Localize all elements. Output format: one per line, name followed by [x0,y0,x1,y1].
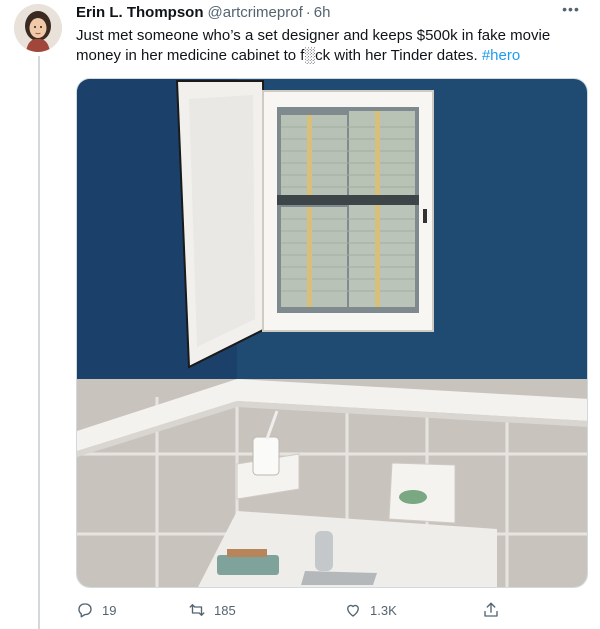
tweet-photo[interactable] [76,78,588,588]
thread-line [38,56,40,629]
heart-icon [347,604,359,617]
like-count: 1.3K [370,602,397,618]
retweet-count: 185 [214,602,236,618]
display-name[interactable]: Erin L. Thompson [76,4,204,21]
reply-count: 19 [102,602,117,618]
tweet-text: Just met someone who’s a set designer an… [76,26,576,66]
share-button[interactable] [482,601,508,619]
tweet-actions: 19 185 1.3K [76,598,516,622]
like-button[interactable]: 1.3K [344,601,397,619]
retweet-icon [189,604,205,616]
tweet-body: Just met someone who’s a set designer an… [76,27,551,64]
timestamp[interactable]: 6h [314,4,331,21]
reply-icon [78,603,92,618]
share-icon [484,602,498,617]
user-handle[interactable]: @artcrimeprof [208,4,303,21]
hashtag-link[interactable]: #hero [482,47,520,64]
reply-button[interactable]: 19 [76,601,116,619]
separator: · [305,4,311,21]
avatar[interactable] [14,4,62,52]
more-horizontal-icon[interactable]: ••• [560,2,582,20]
retweet-button[interactable]: 185 [188,601,236,619]
